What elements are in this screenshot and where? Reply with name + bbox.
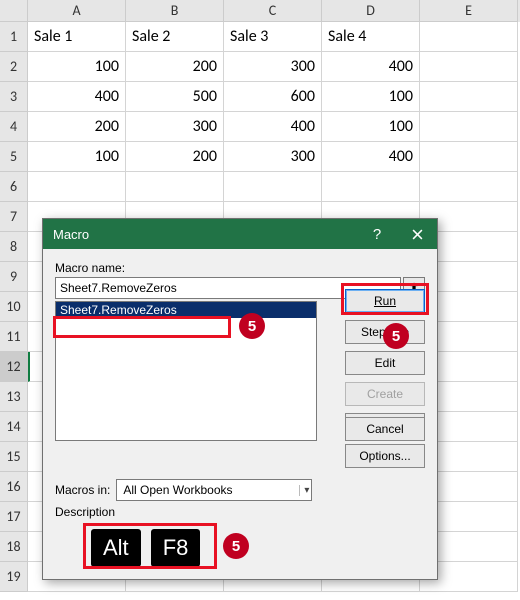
row-header[interactable]: 2 [0,52,28,82]
cell[interactable] [420,82,518,112]
col-header-D[interactable]: D [322,0,420,22]
cell[interactable] [126,172,224,202]
cell[interactable] [420,142,518,172]
macro-dialog: Macro ? Macro name: ⬆ Sheet7.RemoveZeros… [42,218,438,580]
create-button: Create [345,382,425,406]
row-header[interactable]: 13 [0,382,28,412]
macro-name-label: Macro name: [55,261,425,275]
row-header[interactable]: 5 [0,142,28,172]
data-row: 1 Sale 1 Sale 2 Sale 3 Sale 4 [0,22,520,52]
row-header[interactable]: 16 [0,472,28,502]
cell[interactable]: 100 [322,82,420,112]
cancel-button[interactable]: Cancel [345,417,425,441]
cell[interactable] [420,112,518,142]
cell[interactable] [224,172,322,202]
cell[interactable] [420,22,518,52]
macro-list-item[interactable]: Sheet7.RemoveZeros [56,302,316,318]
description-label: Description [55,505,115,519]
data-row: 5 100 200 300 400 [0,142,520,172]
macros-in-label: Macros in: [55,483,110,497]
row-header[interactable]: 17 [0,502,28,532]
column-header-row: A B C D E [0,0,520,22]
macro-list[interactable]: Sheet7.RemoveZeros [55,301,317,441]
row-header[interactable]: 10 [0,292,28,322]
row-header[interactable]: 4 [0,112,28,142]
annotation-callout: 5 [223,533,249,559]
cell[interactable]: 600 [224,82,322,112]
cell[interactable]: 400 [28,82,126,112]
chevron-down-icon: ▾ [299,485,309,496]
cell[interactable]: 400 [224,112,322,142]
dialog-button-column: Run Step Into Edit Create Delete Options… [345,289,425,468]
close-icon [412,229,423,240]
data-row: 2 100 200 300 400 [0,52,520,82]
cell[interactable]: Sale 2 [126,22,224,52]
options-button[interactable]: Options... [345,444,425,468]
row-header[interactable]: 15 [0,442,28,472]
cell[interactable] [420,52,518,82]
row-header[interactable]: 11 [0,322,28,352]
step-into-button[interactable]: Step Into [345,320,425,344]
row-header[interactable]: 19 [0,562,28,592]
dialog-title: Macro [53,227,357,242]
select-all-corner[interactable] [0,0,28,22]
cell[interactable]: 100 [28,52,126,82]
cell[interactable] [420,172,518,202]
cell[interactable]: Sale 1 [28,22,126,52]
cell[interactable]: 300 [224,142,322,172]
cell[interactable]: Sale 4 [322,22,420,52]
cell[interactable]: 200 [126,142,224,172]
edit-button[interactable]: Edit [345,351,425,375]
cell[interactable]: 100 [322,112,420,142]
cell[interactable]: 100 [28,142,126,172]
dialog-titlebar[interactable]: Macro ? [43,219,437,249]
cell[interactable]: 500 [126,82,224,112]
col-header-E[interactable]: E [420,0,518,22]
row-header[interactable]: 7 [0,202,28,232]
keycap-group: Alt F8 [91,529,200,567]
row-header[interactable]: 14 [0,412,28,442]
data-row: 4 200 300 400 100 [0,112,520,142]
row-header[interactable]: 1 [0,22,28,52]
cell[interactable]: 300 [224,52,322,82]
cell[interactable]: Sale 3 [224,22,322,52]
run-button[interactable]: Run [345,289,425,313]
col-header-A[interactable]: A [28,0,126,22]
row-header[interactable]: 8 [0,232,28,262]
col-header-C[interactable]: C [224,0,322,22]
macros-in-value: All Open Workbooks [123,483,232,497]
cell[interactable]: 400 [322,142,420,172]
row-header[interactable]: 12 [0,352,28,382]
cell[interactable]: 400 [322,52,420,82]
cell[interactable] [322,172,420,202]
row-header[interactable]: 9 [0,262,28,292]
macros-in-select[interactable]: All Open Workbooks ▾ [116,479,312,501]
help-button[interactable]: ? [357,219,397,249]
cell[interactable]: 200 [28,112,126,142]
keycap-alt: Alt [91,529,141,567]
row-header[interactable]: 18 [0,532,28,562]
close-button[interactable] [397,219,437,249]
cell[interactable]: 300 [126,112,224,142]
keycap-f8: F8 [151,529,201,567]
data-row: 3 400 500 600 100 [0,82,520,112]
row-header[interactable]: 3 [0,82,28,112]
col-header-B[interactable]: B [126,0,224,22]
cell[interactable]: 200 [126,52,224,82]
row-header[interactable]: 6 [0,172,28,202]
cell[interactable] [28,172,126,202]
